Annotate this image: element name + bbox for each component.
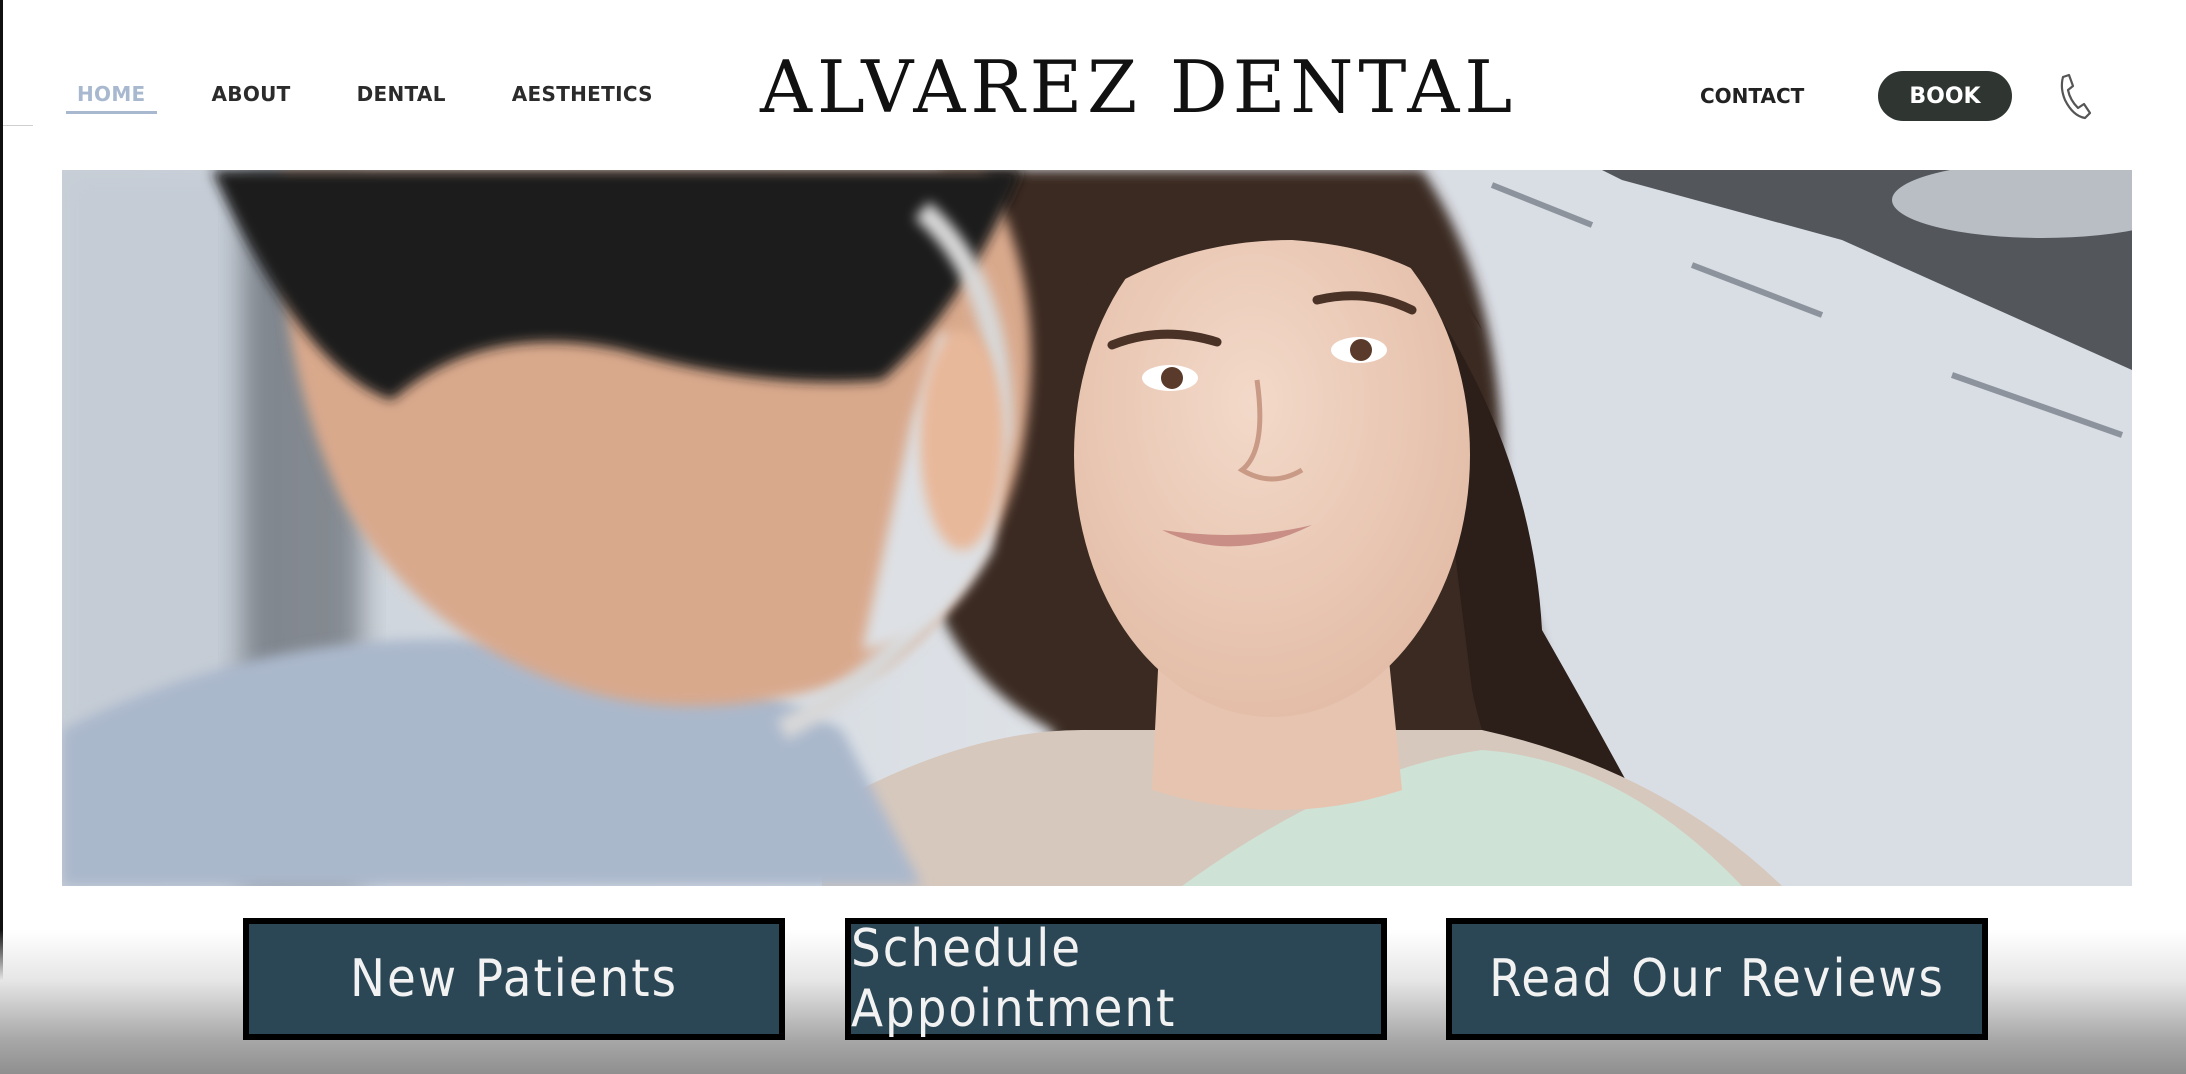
nav-home[interactable]: HOME: [66, 68, 157, 114]
nav-about[interactable]: ABOUT: [201, 68, 302, 114]
new-patients-button[interactable]: New Patients: [243, 918, 785, 1040]
site-logo[interactable]: ALVAREZ DENTAL: [760, 42, 1512, 132]
read-reviews-button[interactable]: Read Our Reviews: [1446, 918, 1988, 1040]
main-nav: HOME ABOUT DENTAL AESTHETICS: [66, 68, 708, 128]
left-divider: [3, 125, 33, 126]
nav-aesthetics[interactable]: AESTHETICS: [501, 68, 664, 114]
left-edge-border: [0, 0, 3, 1074]
nav-contact[interactable]: CONTACT: [1700, 84, 1804, 108]
hero-image: [62, 170, 2132, 886]
schedule-appointment-button[interactable]: Schedule Appointment: [845, 918, 1387, 1040]
nav-dental[interactable]: DENTAL: [346, 68, 457, 114]
phone-icon[interactable]: [2056, 72, 2092, 122]
book-button[interactable]: BOOK: [1878, 71, 2012, 121]
